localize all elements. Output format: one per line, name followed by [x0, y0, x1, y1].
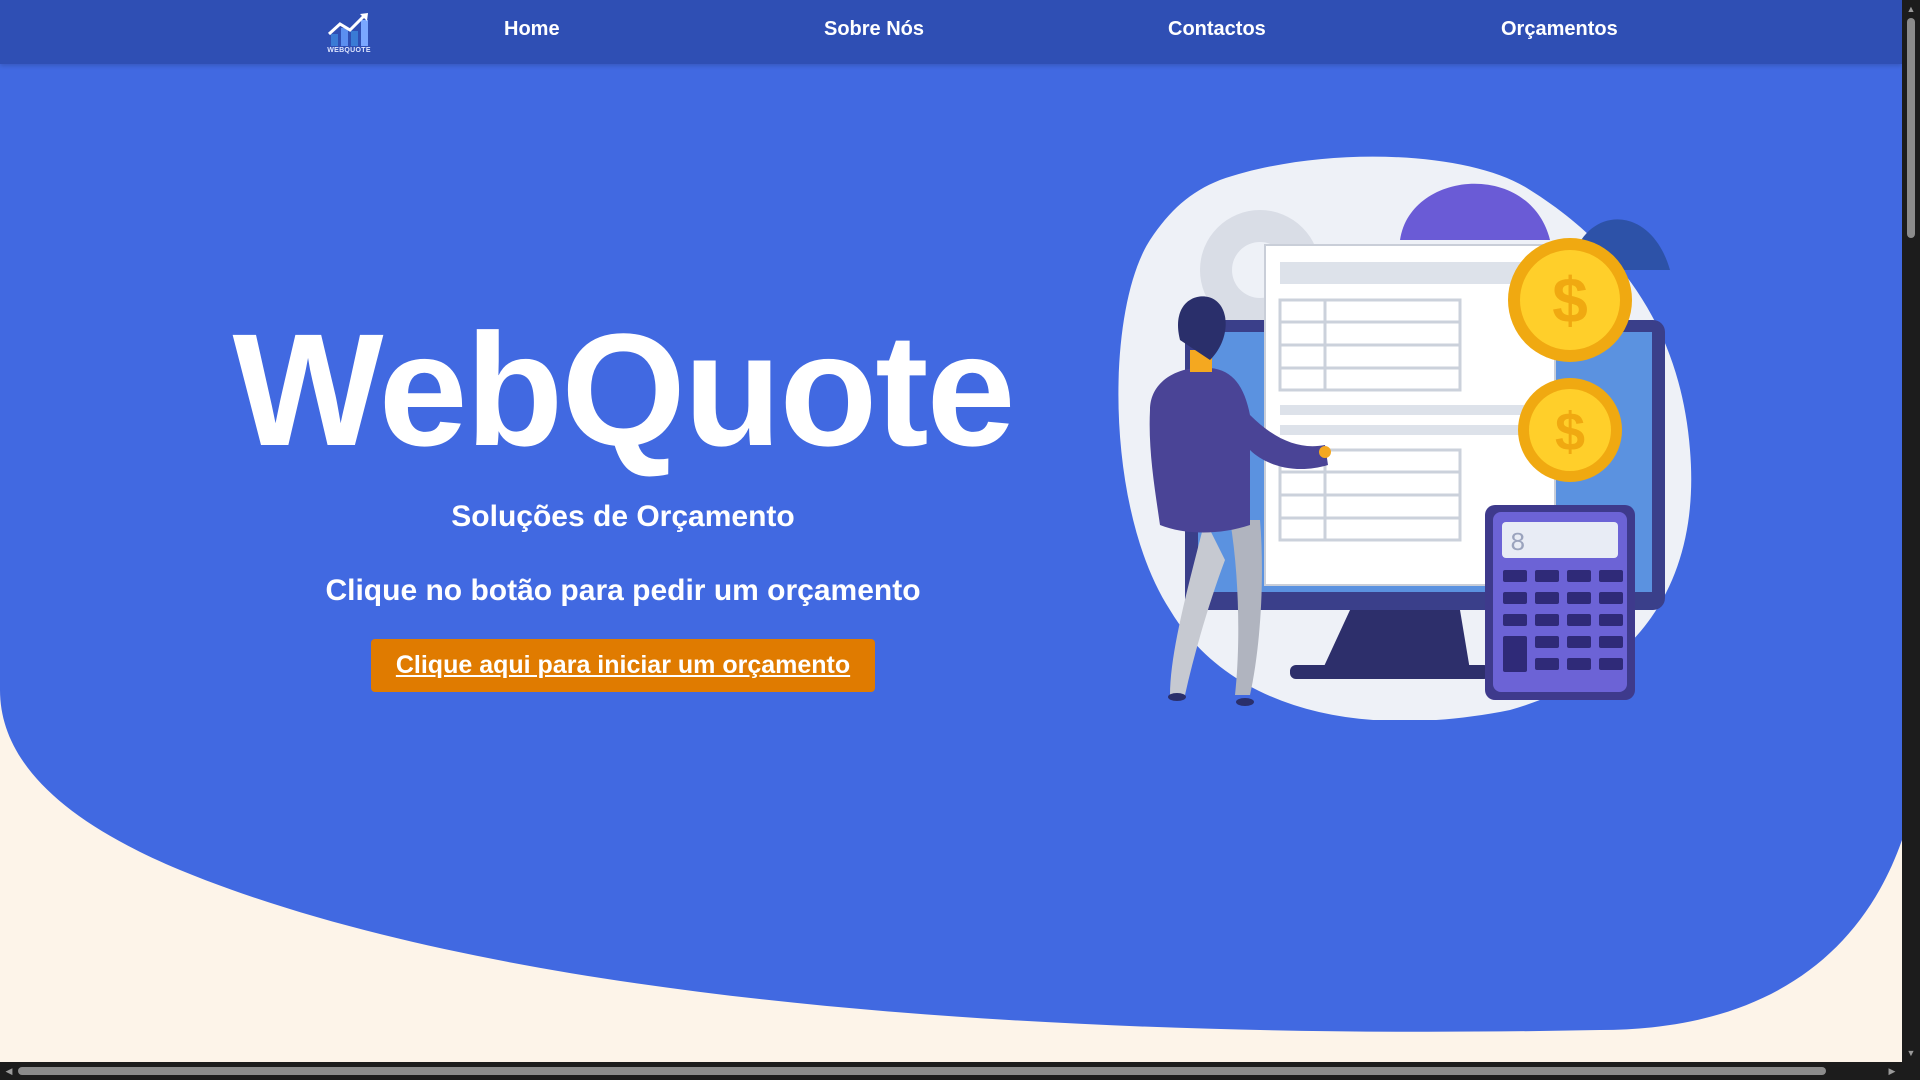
logo[interactable]: WEBQUOTE: [326, 12, 372, 58]
logo-text: WEBQUOTE: [327, 47, 371, 54]
start-quote-button[interactable]: Clique aqui para iniciar um orçamento: [371, 639, 875, 692]
hero-text: Clique no botão para pedir um orçamento: [325, 574, 921, 607]
scroll-right-icon[interactable]: ▶: [1886, 1065, 1898, 1077]
page: WEBQUOTE Home Sobre Nós Contactos Orçame…: [0, 0, 1902, 1062]
nav-link-orcamentos[interactable]: Orçamentos: [1501, 18, 1618, 41]
nav-link-home[interactable]: Home: [504, 18, 560, 41]
hero-title: WebQuote: [232, 300, 1015, 479]
scroll-up-icon[interactable]: ▲: [1905, 3, 1917, 15]
scroll-down-icon[interactable]: ▼: [1905, 1047, 1917, 1059]
horizontal-scroll-thumb[interactable]: [18, 1067, 1826, 1075]
navbar: WEBQUOTE Home Sobre Nós Contactos Orçame…: [0, 0, 1902, 64]
coin-symbol: $: [1555, 402, 1585, 462]
calculator-display: 8: [1510, 528, 1526, 558]
nav-link-sobre-nos[interactable]: Sobre Nós: [824, 18, 924, 41]
hero-subtitle: Soluções de Orçamento: [451, 500, 795, 533]
vertical-scroll-thumb[interactable]: [1907, 18, 1915, 238]
coin-symbol: $: [1552, 264, 1588, 336]
horizontal-scrollbar[interactable]: ◀ ▶: [0, 1062, 1920, 1080]
vertical-scrollbar[interactable]: ▲ ▼: [1902, 0, 1920, 1062]
rising-chart-logo-icon: [327, 13, 368, 46]
scroll-left-icon[interactable]: ◀: [3, 1065, 15, 1077]
nav-link-contactos[interactable]: Contactos: [1168, 18, 1266, 41]
budget-illustration-icon: $ $ 8: [1118, 156, 1692, 720]
